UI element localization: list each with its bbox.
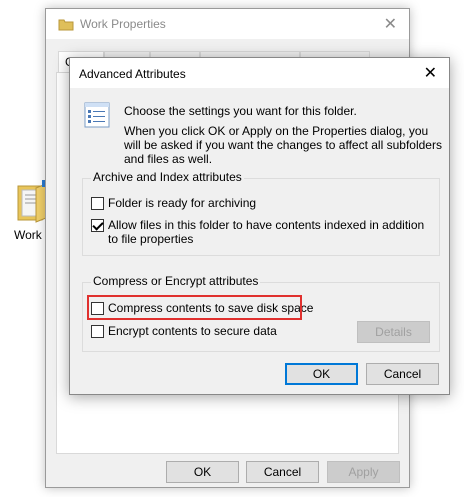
close-icon[interactable]: ✕ bbox=[384, 14, 397, 34]
dialog-titlebar: Advanced Attributes ✕ bbox=[70, 58, 449, 88]
dialog-ok-button[interactable]: OK bbox=[285, 363, 358, 385]
highlight-box bbox=[87, 295, 302, 320]
close-icon[interactable]: ✕ bbox=[424, 63, 437, 83]
folder-ready-archiving-checkbox[interactable] bbox=[91, 197, 104, 210]
properties-title: Work Properties bbox=[80, 17, 166, 31]
dialog-description-2: When you click OK or Apply on the Proper… bbox=[124, 124, 442, 166]
folder-ready-archiving-label: Folder is ready for archiving bbox=[108, 196, 257, 210]
compress-encrypt-legend: Compress or Encrypt attributes bbox=[91, 274, 261, 288]
encrypt-contents-option[interactable]: Encrypt contents to secure data bbox=[91, 324, 277, 338]
properties-ok-button[interactable]: OK bbox=[166, 461, 239, 483]
details-button[interactable]: Details bbox=[357, 321, 430, 343]
dialog-description-1: Choose the settings you want for this fo… bbox=[124, 104, 357, 118]
encrypt-contents-checkbox[interactable] bbox=[91, 325, 104, 338]
archive-index-group: Archive and Index attributes Folder is r… bbox=[82, 170, 440, 256]
desktop-folder-label: Work bbox=[14, 228, 42, 242]
folder-ready-archiving-option[interactable]: Folder is ready for archiving bbox=[91, 196, 256, 210]
encrypt-contents-label: Encrypt contents to secure data bbox=[108, 324, 277, 338]
dialog-cancel-button[interactable]: Cancel bbox=[366, 363, 439, 385]
allow-index-option[interactable]: Allow files in this folder to have conte… bbox=[91, 218, 431, 246]
folder-icon bbox=[58, 19, 74, 31]
properties-titlebar: Work Properties ✕ bbox=[46, 9, 409, 39]
advanced-attributes-dialog: Advanced Attributes ✕ Choose the setting… bbox=[69, 57, 450, 395]
dialog-title: Advanced Attributes bbox=[79, 67, 186, 81]
allow-index-label: Allow files in this folder to have conte… bbox=[108, 218, 425, 246]
attributes-list-icon bbox=[84, 102, 110, 128]
allow-index-checkbox[interactable] bbox=[91, 219, 104, 232]
properties-cancel-button[interactable]: Cancel bbox=[246, 461, 319, 483]
properties-apply-button[interactable]: Apply bbox=[327, 461, 400, 483]
archive-index-legend: Archive and Index attributes bbox=[91, 170, 244, 184]
